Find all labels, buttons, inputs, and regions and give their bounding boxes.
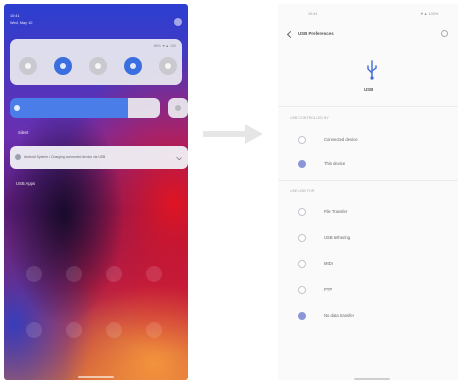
status-time: 10:41 [308,12,318,16]
radio-button[interactable] [298,286,306,294]
settings-icon [175,105,181,111]
app-icon-placeholder [106,266,122,282]
radio-button[interactable] [298,234,306,242]
radio-button[interactable] [298,208,306,216]
option-file-transfer[interactable]: File Transfer [278,202,458,222]
bluetooth-icon [95,63,101,69]
app-icon-placeholder [146,322,162,338]
divider [278,180,458,181]
divider [278,106,458,107]
help-icon[interactable] [441,30,448,37]
shade-date: Wed, May 10 [10,21,33,25]
quick-settings-panel: 85% ▼▲ 100 [10,39,182,85]
airplane-icon [130,63,136,69]
shade-section-title: Silent [18,130,29,135]
transition-arrow-icon [203,131,245,137]
bluetooth-tile[interactable] [89,57,107,75]
shade-battery: 85% ▼▲ 100 [153,44,176,48]
option-ptp[interactable]: PTP [278,280,458,300]
usb-notification[interactable]: Android System • Charging connected devi… [10,146,188,169]
option-label: MIDI [324,261,333,266]
arrow-head-icon [245,124,263,144]
usb-preferences-screen: 10:41 ▼▲ 100% USB Preferences USB USB CO… [278,4,458,380]
radio-button-checked[interactable] [298,160,306,168]
home-indicator[interactable] [354,378,390,380]
section-use-usb-for: USE USB FOR [290,189,315,193]
airplane-tile[interactable] [124,57,142,75]
brightness-slider[interactable] [10,98,128,118]
option-label: No data transfer [324,313,355,318]
radio-button-checked[interactable] [298,312,306,320]
status-icons: ▼▲ 100% [420,12,439,16]
flashlight-tile[interactable] [159,57,177,75]
mobile-data-icon [60,63,66,69]
app-icon-placeholder [106,322,122,338]
android-icon [15,154,21,160]
flashlight-icon [165,63,171,69]
section-controlled-by: USB CONTROLLED BY [290,116,329,120]
app-icon-placeholder [26,266,42,282]
option-label: PTP [324,287,333,292]
option-label: USB tethering [324,235,351,240]
back-arrow-icon[interactable] [286,30,295,39]
option-no-data-transfer[interactable]: No data transfer [278,306,458,326]
option-connected-device[interactable]: Connected device [278,130,458,150]
option-midi[interactable]: MIDI [278,254,458,274]
chevron-down-icon[interactable] [176,154,182,161]
display-settings-button[interactable] [168,98,188,118]
brightness-slider-track[interactable] [128,98,160,118]
app-icon-placeholder [26,322,42,338]
option-label: This device [324,161,346,166]
mobile-data-tile[interactable] [54,57,72,75]
app-icon-placeholder [66,266,82,282]
notification-text: Android System • Charging connected devi… [24,155,106,159]
usb-label: USB [364,87,374,92]
app-icon-placeholder [146,266,162,282]
page-title: USB Preferences [298,31,334,36]
wifi-tile[interactable] [19,57,37,75]
option-this-device[interactable]: This device [278,154,458,174]
notification-shade-screen: 10:41 Wed, May 10 85% ▼▲ 100 Silent Andr… [4,4,188,380]
shade-time: 10:41 [10,14,20,18]
app-icon-placeholder [66,322,82,338]
usb-icon [367,60,377,80]
radio-button[interactable] [298,260,306,268]
option-label: Connected device [324,137,358,142]
shade-footer-label: USB Apps [16,181,36,186]
home-indicator[interactable] [78,376,114,378]
radio-button[interactable] [298,136,306,144]
settings-gear-icon[interactable] [174,18,182,26]
wifi-icon [25,63,31,69]
option-usb-tethering[interactable]: USB tethering [278,228,458,248]
option-label: File Transfer [324,209,348,214]
brightness-icon [14,105,20,111]
